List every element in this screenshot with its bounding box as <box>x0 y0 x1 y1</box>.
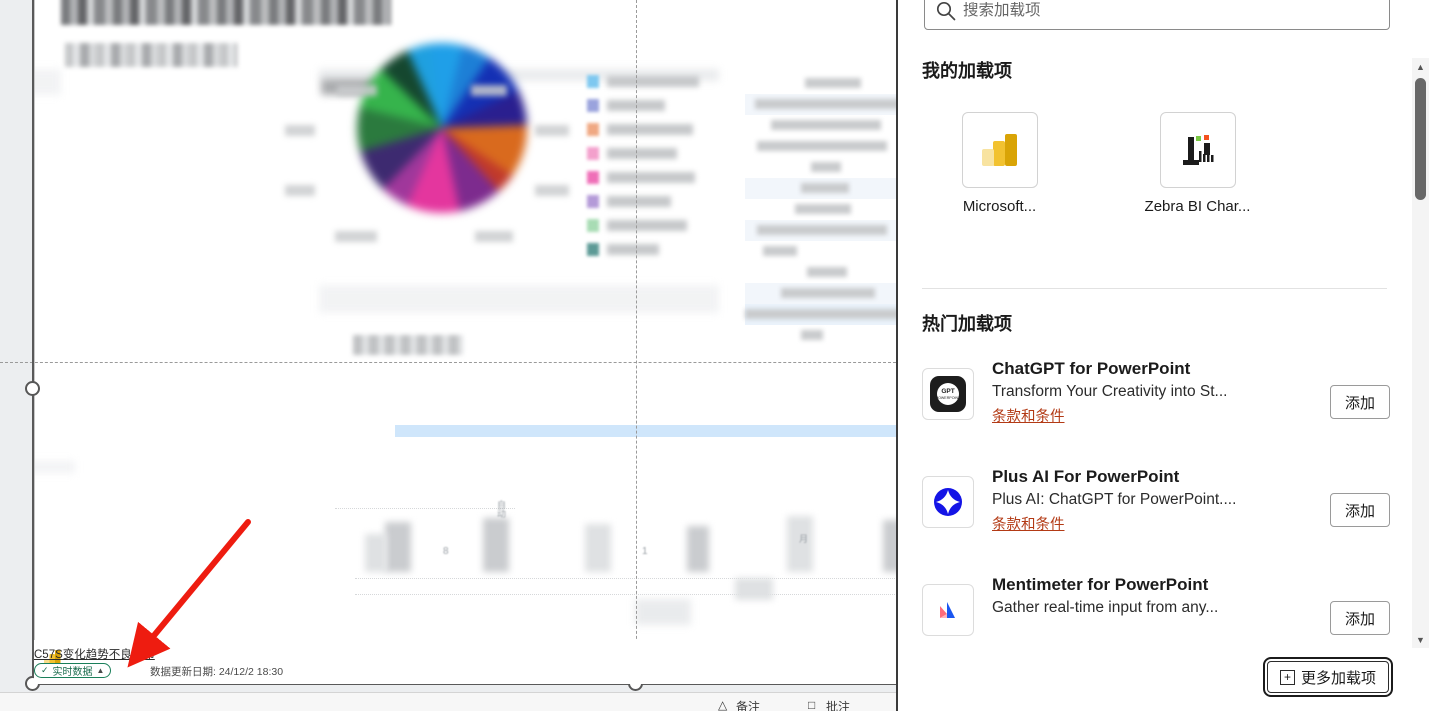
my-addin-item-powerbi[interactable]: Microsoft... <box>922 112 1077 215</box>
vertical-guide[interactable] <box>636 0 637 684</box>
horizontal-guide[interactable] <box>0 362 896 363</box>
report-title-link[interactable]: C57S变化趋势不良分布 <box>34 646 155 662</box>
pie-data-label <box>337 85 377 96</box>
popular-addins-list: GPT POWERPOINT ChatGPT for PowerPoint Tr… <box>922 355 1390 679</box>
comment-icon[interactable]: □ <box>808 698 815 711</box>
slide-title-redacted <box>61 0 391 25</box>
highlight-bar <box>395 425 896 437</box>
section-label-redacted <box>353 335 463 355</box>
more-addins-button[interactable]: + 更多加载项 <box>1262 657 1394 697</box>
slide-subtitle-redacted <box>65 43 237 67</box>
add-button[interactable]: 添加 <box>1330 493 1390 527</box>
addin-description: Plus AI: ChatGPT for PowerPoint.... <box>992 490 1237 508</box>
chevron-up-icon[interactable]: ▲ <box>97 666 105 675</box>
live-data-badge[interactable]: ✓ 实时数据 ▲ <box>34 663 112 678</box>
add-button[interactable]: 添加 <box>1330 601 1390 635</box>
blurred-block <box>35 461 75 473</box>
search-input[interactable] <box>963 2 1379 20</box>
pie-data-label <box>285 185 315 196</box>
addin-description: Gather real-time input from any... <box>992 598 1219 616</box>
data-table-blurred[interactable] <box>745 73 896 340</box>
pie-data-label <box>285 125 315 136</box>
my-addins-heading: 我的加载项 <box>922 61 1012 81</box>
my-addin-tile[interactable] <box>961 112 1038 188</box>
pie-data-label <box>335 231 377 242</box>
pie-data-label <box>535 185 569 196</box>
chart-axis-text-blurred: 自动 <box>496 500 506 518</box>
chatgpt-powerpoint-icon: GPT POWERPOINT <box>922 368 974 420</box>
popular-addins-heading: 热门加载项 <box>922 314 1012 334</box>
terms-link[interactable]: 条款和条件 <box>992 405 1065 426</box>
plus-ai-icon <box>922 476 974 528</box>
pie-chart-blurred[interactable] <box>357 43 527 213</box>
blurred-block <box>635 599 691 625</box>
addins-search-box[interactable] <box>924 0 1390 30</box>
scroll-down-arrow[interactable]: ▼ <box>1412 631 1429 648</box>
addin-description: Transform Your Creativity into St... <box>992 382 1228 400</box>
comments-button[interactable]: 批注 <box>826 698 850 711</box>
pane-divider <box>922 288 1387 289</box>
resize-handle-middle-left[interactable] <box>25 381 40 396</box>
addins-task-pane[interactable]: 我的加载项 Microsoft... <box>896 0 1431 711</box>
terms-link[interactable]: 条款和条件 <box>992 513 1065 534</box>
blurred-block <box>35 69 61 95</box>
pane-scrollbar[interactable]: ▲ ▼ <box>1412 58 1429 648</box>
svg-text:GPT: GPT <box>941 388 954 395</box>
zebra-bi-icon <box>1182 135 1213 165</box>
my-addin-label: Zebra BI Char... <box>1144 198 1251 215</box>
pie-legend-blurred <box>587 73 699 265</box>
chart-tick-label: 8 <box>443 546 449 557</box>
power-bi-icon <box>981 134 1017 166</box>
view-status-toolbar[interactable]: △ 备注 □ 批注 <box>0 692 896 711</box>
plus-box-icon: + <box>1279 669 1295 685</box>
chart-tick-label: 1 <box>642 546 648 557</box>
pie-data-label <box>471 85 507 96</box>
addin-title: Mentimeter for PowerPoint <box>992 575 1209 594</box>
slide-editor-area[interactable]: 8 1 自动 月 C57S变化趋势不良分布 ✓ 实时数据 ▲ 数据更新日期: 2… <box>0 0 896 711</box>
blurred-block <box>319 285 719 313</box>
addin-title: ChatGPT for PowerPoint <box>992 359 1191 378</box>
pie-data-label <box>535 125 569 136</box>
my-addins-grid: Microsoft... Zebra BI Char... <box>922 112 1275 215</box>
scrollbar-thumb[interactable] <box>1415 78 1426 200</box>
check-circle-icon: ✓ <box>41 665 49 675</box>
notes-button[interactable]: 备注 <box>736 698 760 711</box>
more-addins-label: 更多加载项 <box>1300 669 1376 687</box>
bar-chart-blurred[interactable]: 8 1 自动 月 <box>335 490 896 610</box>
scroll-up-arrow[interactable]: ▲ <box>1412 58 1429 75</box>
list-item[interactable]: Plus AI For PowerPoint Plus AI: ChatGPT … <box>922 463 1390 571</box>
notes-icon[interactable]: △ <box>718 698 727 711</box>
my-addin-label: Microsoft... <box>962 198 1037 215</box>
slide-canvas[interactable]: 8 1 自动 月 <box>34 0 896 684</box>
chart-axis-text-blurred: 月 <box>798 534 808 543</box>
live-data-badge-label: 实时数据 <box>52 667 93 678</box>
addin-title: Plus AI For PowerPoint <box>992 467 1180 486</box>
my-addin-tile[interactable] <box>1159 112 1236 188</box>
pie-data-label <box>475 231 513 242</box>
mentimeter-icon <box>922 584 974 636</box>
add-button[interactable]: 添加 <box>1330 385 1390 419</box>
data-update-date: 数据更新日期: 24/12/2 18:30 <box>150 666 284 678</box>
my-addin-item-zebrabi[interactable]: Zebra BI Char... <box>1120 112 1275 215</box>
svg-text:POWERPOINT: POWERPOINT <box>936 396 961 400</box>
search-icon <box>936 1 956 21</box>
selection-border-left <box>32 0 34 684</box>
list-item[interactable]: GPT POWERPOINT ChatGPT for PowerPoint Tr… <box>922 355 1390 463</box>
